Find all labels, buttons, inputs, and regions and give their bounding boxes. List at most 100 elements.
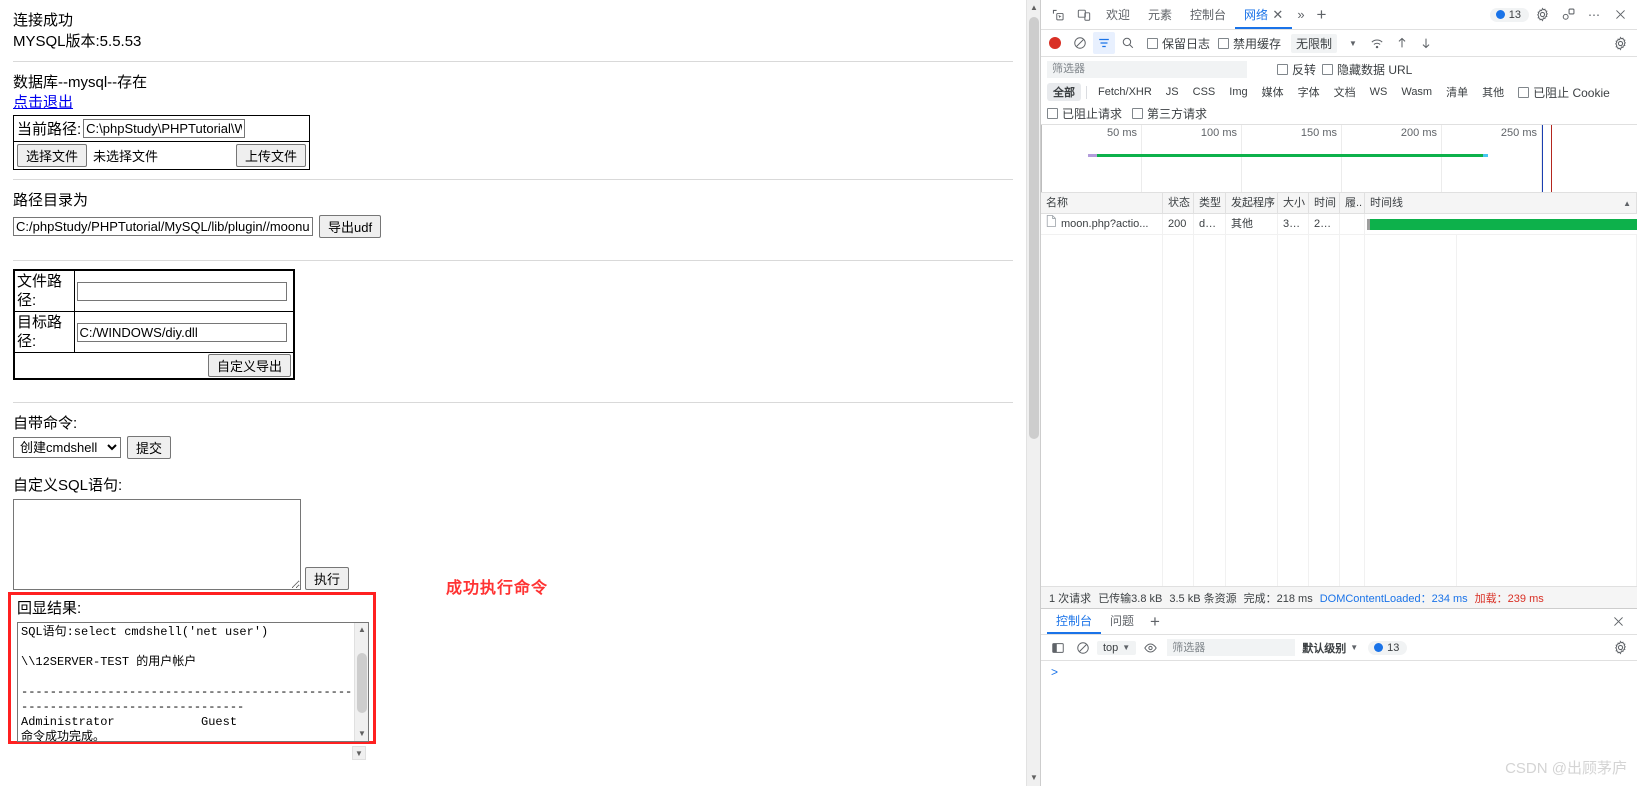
console-sidebar-icon[interactable] <box>1047 637 1069 659</box>
throttle-dropdown[interactable]: 无限制 <box>1291 33 1338 53</box>
disable-cache-checkbox[interactable]: 禁用缓存 <box>1218 35 1281 52</box>
upload-form-box: 当前路径: 选择文件 未选择文件 上传文件 <box>12 115 311 170</box>
network-filter-input[interactable] <box>1047 60 1247 78</box>
drawer-plus-icon[interactable]: + <box>1143 613 1167 630</box>
result-scroll-thumb[interactable] <box>357 653 367 713</box>
chip-media[interactable]: 媒体 <box>1256 83 1290 101</box>
chip-all[interactable]: 全部 <box>1047 83 1081 101</box>
grid-column <box>1163 235 1194 586</box>
blocked-requests-checkbox[interactable]: 已阻止请求 <box>1047 105 1122 122</box>
chip-ws[interactable]: WS <box>1364 85 1394 99</box>
current-path-input[interactable] <box>83 119 246 138</box>
column-header-type[interactable]: 类型 <box>1194 193 1226 214</box>
chip-font[interactable]: 字体 <box>1292 83 1326 101</box>
chip-doc[interactable]: 文档 <box>1328 83 1362 101</box>
invert-checkbox[interactable]: 反转 <box>1277 61 1316 78</box>
third-party-checkbox[interactable]: 第三方请求 <box>1132 105 1207 122</box>
page-scroll-thumb[interactable] <box>1029 17 1039 439</box>
chip-css[interactable]: CSS <box>1187 85 1222 99</box>
close-icon[interactable]: ✕ <box>1272 7 1283 22</box>
column-header-initiator[interactable]: 发起程序 <box>1226 193 1278 214</box>
issues-badge[interactable]: 13 <box>1489 7 1529 22</box>
devtools-panel: 欢迎 元素 控制台 网络 ✕ » + 13 ⋯ 保留日志 禁用缓存 无限制 ▼ … <box>1040 0 1637 786</box>
chip-wasm[interactable]: Wasm <box>1395 85 1438 99</box>
column-header-timeline[interactable]: 时间线 ▲ <box>1365 193 1637 214</box>
export-udf-button[interactable]: 导出udf <box>319 215 382 238</box>
php-tool-page: 连接成功 MYSQL版本:5.5.53 数据库--mysql--存在 点击退出 … <box>0 0 1026 786</box>
chip-manifest[interactable]: 清单 <box>1440 83 1474 101</box>
filter-icon[interactable] <box>1093 32 1115 54</box>
search-icon[interactable] <box>1117 32 1139 54</box>
import-har-icon[interactable] <box>1391 32 1413 54</box>
tab-network[interactable]: 网络 ✕ <box>1235 1 1293 29</box>
result-scroll-down-arrow[interactable]: ▼ <box>355 727 369 741</box>
blocked-cookies-checkbox[interactable]: 已阻止 Cookie <box>1518 84 1610 101</box>
page-scroll-up-arrow[interactable]: ▲ <box>1027 0 1040 16</box>
console-settings-gear-icon[interactable] <box>1609 637 1631 659</box>
network-overview-timeline[interactable]: 50 ms 100 ms 150 ms 200 ms 250 ms <box>1041 125 1637 193</box>
upload-file-button[interactable]: 上传文件 <box>236 144 307 167</box>
tab-elements[interactable]: 元素 <box>1139 1 1181 29</box>
chip-fetch-xhr[interactable]: Fetch/XHR <box>1092 85 1158 99</box>
devtools-close-icon[interactable] <box>1607 3 1633 27</box>
column-header-waterfall-extra[interactable]: 履.. <box>1340 193 1365 214</box>
submit-button[interactable]: 提交 <box>127 436 172 459</box>
console-filter-input[interactable] <box>1167 639 1296 656</box>
choose-file-button[interactable]: 选择文件 <box>17 144 88 167</box>
builtin-cmd-select[interactable]: 创建cmdshell <box>13 437 121 458</box>
checkbox-box <box>1047 108 1058 119</box>
column-header-time[interactable]: 时间 <box>1309 193 1340 214</box>
record-stop-icon[interactable] <box>1049 37 1061 49</box>
device-toolbar-icon[interactable] <box>1071 3 1097 27</box>
tab-welcome[interactable]: 欢迎 <box>1097 1 1139 29</box>
overview-load-marker <box>1551 125 1552 192</box>
column-header-name[interactable]: 名称 <box>1041 193 1163 214</box>
chevron-down-icon[interactable]: ▼ <box>1349 39 1357 48</box>
result-textarea[interactable]: SQL语句:select cmdshell('net user') \\12SE… <box>17 622 369 742</box>
custom-export-button[interactable]: 自定义导出 <box>207 354 291 377</box>
clear-icon[interactable] <box>1069 32 1091 54</box>
export-har-icon[interactable] <box>1415 32 1437 54</box>
execute-button[interactable]: 执行 <box>305 567 350 590</box>
page-scrollbar[interactable]: ▲ ▼ <box>1026 0 1040 786</box>
plus-icon[interactable]: + <box>1310 6 1334 23</box>
drawer-tab-issues[interactable]: 问题 <box>1101 609 1143 634</box>
console-context-selector[interactable]: top ▼ <box>1097 640 1137 655</box>
result-scroll-up-arrow[interactable]: ▲ <box>355 623 369 637</box>
result-scrollbar[interactable]: ▲ ▼ <box>354 623 368 741</box>
ellipsis-icon[interactable]: ⋯ <box>1581 3 1607 27</box>
chip-js[interactable]: JS <box>1160 85 1185 99</box>
console-output-area[interactable]: > CSDN @出顾茅庐 <box>1041 661 1637 786</box>
clear-console-icon[interactable] <box>1072 637 1094 659</box>
live-expression-icon[interactable] <box>1139 637 1161 659</box>
custom-sql-textarea[interactable] <box>13 499 301 590</box>
result-output-box: 回显结果: SQL语句:select cmdshell('net user') … <box>8 592 376 744</box>
cell-name[interactable]: moon.php?actio... <box>1041 213 1163 235</box>
drawer-close-icon[interactable] <box>1605 610 1631 634</box>
chip-img[interactable]: Img <box>1223 85 1253 99</box>
table-row[interactable]: moon.php?actio... 200 do... 其他 3.8... 21… <box>1041 213 1637 235</box>
customize-devtools-icon[interactable] <box>1555 3 1581 27</box>
console-level-selector[interactable]: 默认级别 ▼ <box>1298 639 1362 657</box>
preserve-log-checkbox[interactable]: 保留日志 <box>1147 35 1210 52</box>
plugin-dir-input[interactable] <box>13 217 313 236</box>
drawer-tabbar: 控制台 问题 + <box>1041 609 1637 635</box>
exit-link[interactable]: 点击退出 <box>13 93 73 112</box>
drawer-tab-console[interactable]: 控制台 <box>1047 609 1102 634</box>
chip-other[interactable]: 其他 <box>1476 83 1510 101</box>
file-path-input[interactable] <box>76 281 287 301</box>
hide-data-urls-checkbox[interactable]: 隐藏数据 URL <box>1322 61 1412 78</box>
chevron-double-right-icon[interactable]: » <box>1292 7 1309 22</box>
network-settings-gear-icon[interactable] <box>1609 32 1631 54</box>
console-issues-badge[interactable]: 13 <box>1368 640 1408 655</box>
column-header-status[interactable]: 状态 <box>1163 193 1194 214</box>
gear-icon[interactable] <box>1529 3 1555 27</box>
target-path-input[interactable] <box>76 322 287 342</box>
result-scroll-down-arrow-2[interactable]: ▼ <box>352 746 366 760</box>
network-conditions-icon[interactable] <box>1367 32 1389 54</box>
tab-console[interactable]: 控制台 <box>1181 1 1235 29</box>
column-header-size[interactable]: 大小 <box>1278 193 1309 214</box>
page-scroll-down-arrow[interactable]: ▼ <box>1027 770 1040 786</box>
inspect-element-icon[interactable] <box>1045 3 1071 27</box>
cell-status: 200 <box>1163 213 1194 235</box>
